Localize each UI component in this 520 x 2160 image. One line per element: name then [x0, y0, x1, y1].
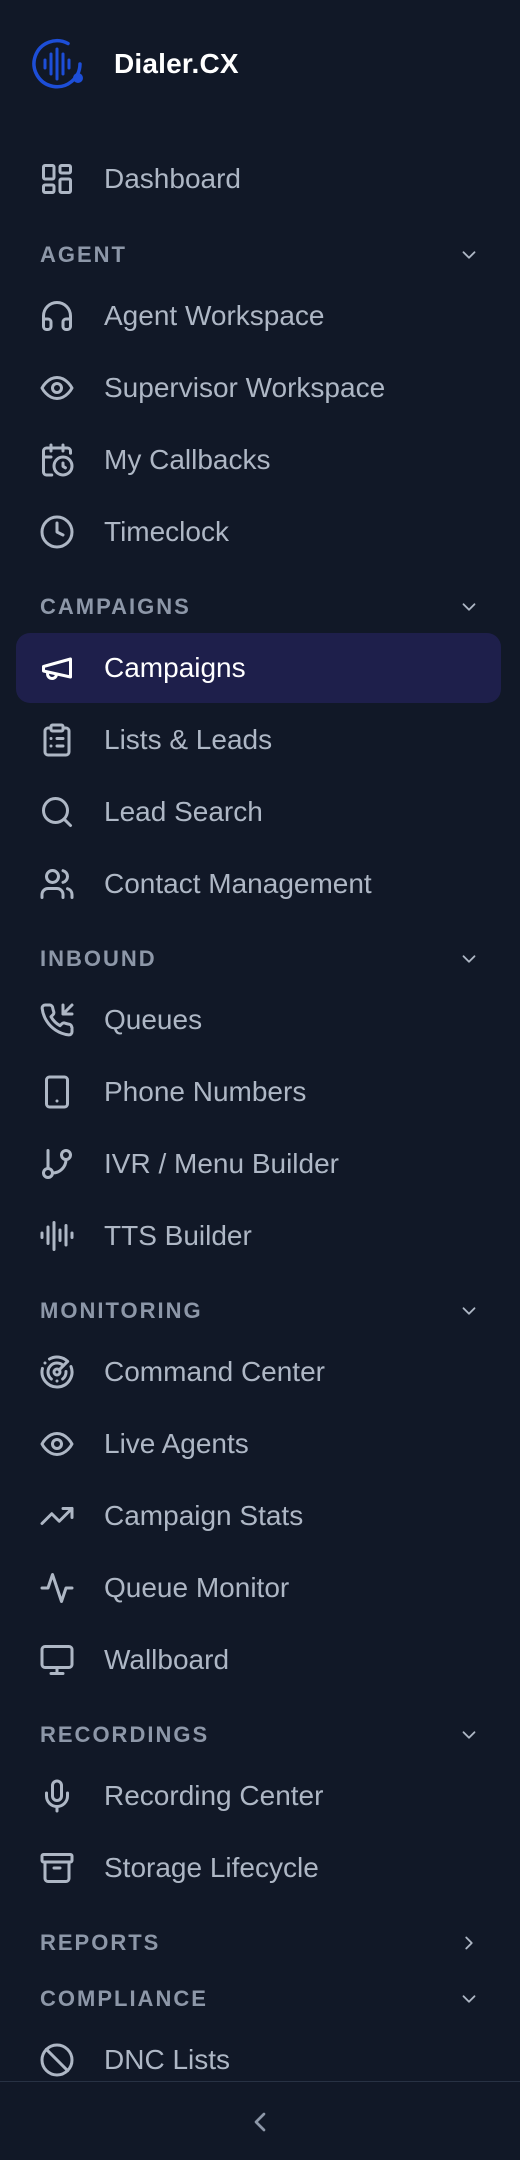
nav-item-phone-numbers[interactable]: Phone Numbers	[16, 1057, 501, 1127]
chevron-down-icon	[462, 603, 476, 611]
calendar-clock-icon	[39, 442, 75, 478]
section-title: COMPLIANCE	[40, 1986, 208, 2011]
nav-item-label: Campaigns	[104, 652, 246, 683]
nav-item-label: Lists & Leads	[104, 724, 273, 755]
nav-item-campaign-stats[interactable]: Campaign Stats	[16, 1481, 501, 1551]
nav-item-wallboard[interactable]: Wallboard	[16, 1625, 501, 1695]
section-reports[interactable]: REPORTS	[40, 1923, 480, 1963]
sidebar: Dialer.CX Dashboard AGENT Agent Workspac…	[0, 0, 520, 2160]
trending-up-icon	[39, 1498, 75, 1534]
phone-incoming-icon	[39, 1002, 75, 1038]
eye-icon	[39, 1426, 75, 1462]
monitor-icon	[39, 1642, 75, 1678]
nav-item-contact-management[interactable]: Contact Management	[16, 849, 501, 919]
logo-icon	[32, 38, 83, 89]
section-title: AGENT	[40, 242, 127, 267]
section-monitoring[interactable]: MONITORING	[40, 1291, 480, 1331]
nav-item-agent-workspace[interactable]: Agent Workspace	[16, 281, 501, 351]
megaphone-icon	[39, 650, 75, 686]
nav-item-label: Storage Lifecycle	[104, 1852, 319, 1883]
nav-item-supervisor-workspace[interactable]: Supervisor Workspace	[16, 353, 501, 423]
nav-item-recording-center[interactable]: Recording Center	[16, 1761, 501, 1831]
dashboard-icon	[39, 161, 75, 197]
section-recordings[interactable]: RECORDINGS	[40, 1715, 480, 1755]
nav-item-label: Dashboard	[104, 163, 241, 194]
chevron-down-icon	[462, 1995, 476, 2003]
nav-item-queues[interactable]: Queues	[16, 985, 501, 1055]
nav-item-label: Supervisor Workspace	[104, 372, 386, 403]
nav-item-tts-builder[interactable]: TTS Builder	[16, 1201, 501, 1271]
nav-item-label: Timeclock	[104, 516, 229, 547]
section-agent[interactable]: AGENT	[40, 235, 480, 275]
chevron-right-icon	[465, 1936, 473, 1950]
section-title: REPORTS	[40, 1930, 161, 1955]
nav-item-label: Wallboard	[104, 1644, 230, 1675]
sidebar-footer	[0, 2081, 520, 2160]
nav-item-lead-search[interactable]: Lead Search	[16, 777, 501, 847]
headset-icon	[39, 298, 75, 334]
microphone-icon	[39, 1778, 75, 1814]
eye-icon	[39, 370, 75, 406]
clock-icon	[39, 514, 75, 550]
nav-item-storage-lifecycle[interactable]: Storage Lifecycle	[16, 1833, 501, 1903]
radar-icon	[39, 1354, 75, 1390]
chevron-left-icon[interactable]	[244, 2106, 276, 2138]
activity-icon	[39, 1570, 75, 1606]
nav-item-my-callbacks[interactable]: My Callbacks	[16, 425, 501, 495]
users-icon	[39, 866, 75, 902]
nav-item-label: IVR / Menu Builder	[104, 1148, 339, 1179]
archive-icon	[39, 1850, 75, 1886]
nav-item-label: Agent Workspace	[104, 300, 325, 331]
nav-item-label: Contact Management	[104, 868, 372, 899]
section-title: INBOUND	[40, 946, 157, 971]
nav-item-label: Recording Center	[104, 1780, 324, 1811]
nav-item-label: Command Center	[104, 1356, 325, 1387]
nav-item-label: Live Agents	[104, 1428, 249, 1459]
nav-item-timeclock[interactable]: Timeclock	[16, 497, 501, 567]
nav-item-label: My Callbacks	[104, 444, 271, 475]
section-title: MONITORING	[40, 1298, 203, 1323]
nav-item-label: Lead Search	[104, 796, 263, 827]
nav-item-dashboard[interactable]: Dashboard	[16, 144, 501, 214]
smartphone-icon	[39, 1074, 75, 1110]
audio-lines-icon	[39, 1218, 75, 1254]
nav-item-label: Queues	[104, 1004, 203, 1035]
chevron-down-icon	[462, 1307, 476, 1315]
nav-item-ivr-menu-builder[interactable]: IVR / Menu Builder	[16, 1129, 501, 1199]
nav-item-label: TTS Builder	[104, 1220, 252, 1251]
chevron-down-icon	[462, 1731, 476, 1739]
nav-item-command-center[interactable]: Command Center	[16, 1337, 501, 1407]
nav-item-label: Campaign Stats	[104, 1500, 304, 1531]
nav-item-label: Queue Monitor	[104, 1572, 290, 1603]
section-title: CAMPAIGNS	[40, 594, 191, 619]
nav-item-lists-leads[interactable]: Lists & Leads	[16, 705, 501, 775]
search-icon	[39, 794, 75, 830]
section-campaigns[interactable]: CAMPAIGNS	[40, 587, 480, 627]
git-branch-icon	[39, 1146, 75, 1182]
chevron-down-icon	[462, 955, 476, 963]
app-name: Dialer.CX	[114, 48, 239, 79]
brand[interactable]: Dialer.CX	[26, 34, 239, 94]
section-compliance[interactable]: COMPLIANCE	[40, 1979, 480, 2019]
nav-item-campaigns[interactable]: Campaigns	[16, 633, 501, 703]
ban-icon	[39, 2042, 75, 2078]
nav-item-label: Phone Numbers	[104, 1076, 307, 1107]
clipboard-list-icon	[39, 722, 75, 758]
section-title: RECORDINGS	[40, 1722, 210, 1747]
chevron-down-icon	[462, 251, 476, 259]
nav-item-queue-monitor[interactable]: Queue Monitor	[16, 1553, 501, 1623]
section-inbound[interactable]: INBOUND	[40, 939, 480, 979]
nav-item-live-agents[interactable]: Live Agents	[16, 1409, 501, 1479]
